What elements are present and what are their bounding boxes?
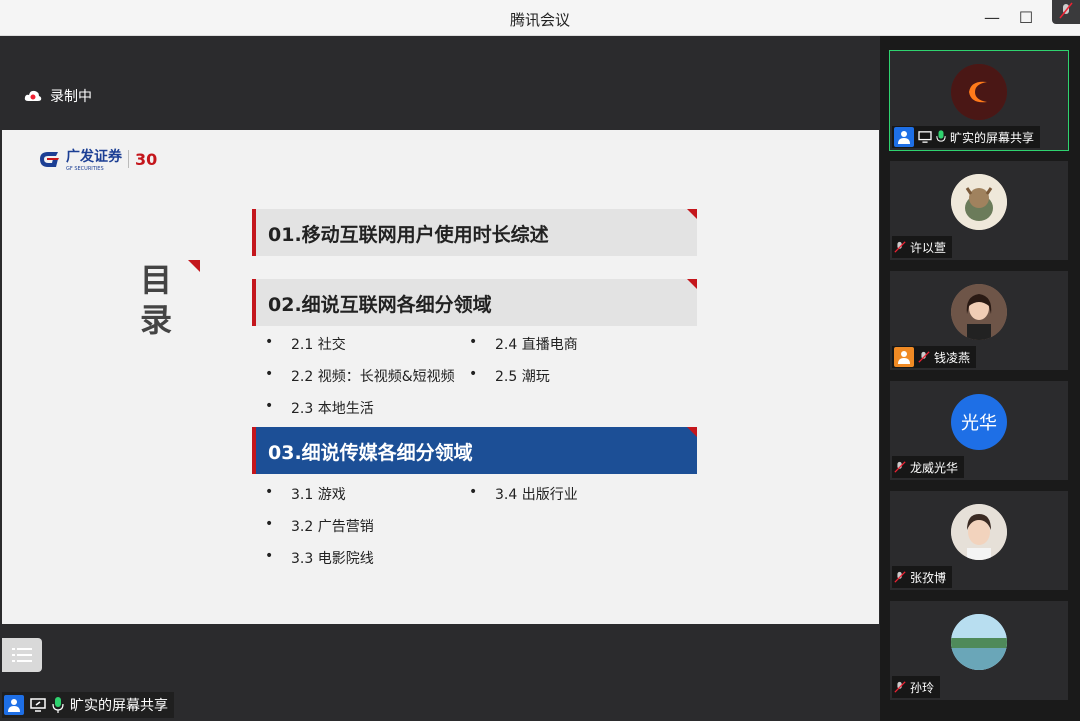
toc-corner-decoration	[188, 260, 200, 272]
company-logo: 广发证券 GF SECURITIES 30	[38, 146, 157, 172]
slide-menu-button[interactable]	[2, 638, 42, 672]
avatar	[951, 174, 1007, 230]
section-corner-decoration	[687, 427, 697, 437]
participant-tile[interactable]: 光华 龙威光华	[890, 381, 1068, 480]
participant-tile[interactable]: 许以萱	[890, 161, 1068, 260]
list-item: 2.2 视频：长视频&短视频	[265, 366, 455, 386]
participant-name: 孙玲	[910, 680, 935, 695]
gf-logo-icon	[40, 152, 59, 167]
list-item: 3.2 广告营销	[265, 516, 374, 536]
logo-badge: 30	[135, 149, 158, 169]
mic-icon	[52, 697, 64, 713]
recording-indicator[interactable]: 录制中	[24, 86, 92, 106]
section-03: 03.细说传媒各细分领域	[252, 427, 697, 474]
participant-name-tag: 张孜博	[892, 566, 953, 588]
recording-label: 录制中	[50, 89, 92, 105]
list-item: 2.5 潮玩	[469, 366, 550, 386]
participant-tile[interactable]: 钱凌燕	[890, 271, 1068, 370]
list-item: 3.4 出版行业	[469, 484, 578, 504]
mic-muted-icon	[894, 461, 906, 473]
user-icon	[4, 695, 24, 715]
avatar: 光华	[951, 394, 1007, 450]
logo-brand: 广发证券	[66, 149, 122, 165]
list-item: 2.4 直播电商	[469, 334, 578, 354]
avatar	[951, 504, 1007, 560]
participant-name: 龙威光华	[910, 460, 959, 475]
participant-name-tag: 钱凌燕	[892, 346, 977, 368]
presentation-slide: 广发证券 GF SECURITIES 30 目录 01.移动互联网用户使用时长综…	[2, 130, 879, 672]
title-bar: 腾讯会议 — ☐	[0, 0, 1080, 36]
mic-muted-icon[interactable]	[1052, 0, 1080, 24]
participant-name-tag: 旷实的屏幕共享	[892, 126, 1041, 148]
avatar	[951, 64, 1007, 120]
section-02-label: 02.细说互联网各细分领域	[268, 294, 492, 316]
screen-share-icon	[918, 131, 932, 143]
participant-name: 许以萱	[910, 240, 947, 255]
section-01-label: 01.移动互联网用户使用时长综述	[268, 224, 549, 246]
participant-name-tag: 龙威光华	[892, 456, 965, 478]
participant-tile[interactable]: 旷实的屏幕共享	[889, 50, 1069, 151]
list-item: 3.1 游戏	[265, 484, 346, 504]
mic-muted-icon	[894, 681, 906, 693]
mic-muted-icon	[894, 571, 906, 583]
screen-share-tag: 旷实的屏幕共享	[2, 692, 174, 718]
screen-share-icon	[30, 698, 46, 712]
cloud-record-icon	[24, 90, 42, 101]
participant-name: 旷实的屏幕共享	[950, 130, 1035, 145]
minimize-button[interactable]: —	[982, 8, 1002, 28]
toc-title: 目录	[140, 261, 173, 339]
participant-name-tag: 孙玲	[892, 676, 941, 698]
list-item: 2.3 本地生活	[265, 398, 374, 418]
section-corner-decoration	[687, 209, 697, 219]
participant-name-tag: 许以萱	[892, 236, 953, 258]
mic-muted-icon	[894, 241, 906, 253]
list-item: 2.1 社交	[265, 334, 346, 354]
maximize-button[interactable]: ☐	[1016, 8, 1036, 28]
section-corner-decoration	[687, 279, 697, 289]
participant-sidebar: 旷实的屏幕共享 许以萱 钱凌燕 光华 龙威光华 张孜博 孙玲	[880, 36, 1080, 721]
user-icon	[894, 127, 914, 147]
section-02: 02.细说互联网各细分领域	[252, 279, 697, 326]
logo-divider	[128, 150, 129, 168]
mic-icon	[936, 130, 946, 142]
avatar	[951, 284, 1007, 340]
participant-tile[interactable]: 张孜博	[890, 491, 1068, 590]
share-tag-label: 旷实的屏幕共享	[70, 698, 168, 714]
window-title: 腾讯会议	[509, 11, 570, 29]
user-icon	[894, 347, 914, 367]
mic-muted-icon	[918, 351, 930, 363]
section-03-label: 03.细说传媒各细分领域	[268, 442, 473, 464]
participant-tile[interactable]: 孙玲	[890, 601, 1068, 700]
list-icon	[12, 648, 32, 662]
logo-sub: GF SECURITIES	[66, 166, 104, 172]
list-item: 3.3 电影院线	[265, 548, 374, 568]
shared-screen-area: 录制中 广发证券 GF SECURITIES 30 目录 01.移动互联网用户使…	[2, 36, 879, 718]
participant-name: 钱凌燕	[934, 350, 971, 365]
avatar	[951, 614, 1007, 670]
section-01: 01.移动互联网用户使用时长综述	[252, 209, 697, 256]
participant-name: 张孜博	[910, 570, 947, 585]
